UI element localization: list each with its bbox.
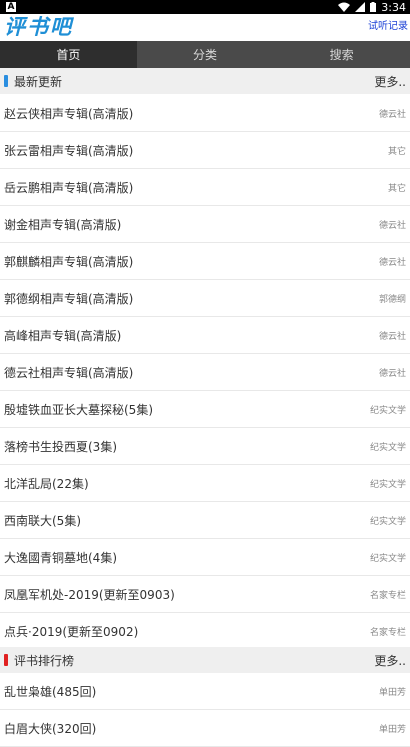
list-item[interactable]: 北洋乱局(22集) 纪实文学 [0,465,410,502]
item-title: 点兵·2019(更新至0902) [4,624,139,639]
main-tabs: 首页 分类 搜索 [0,41,410,68]
app-header: 评书吧 试听记录 [0,14,410,41]
tab-home[interactable]: 首页 [0,41,137,68]
list-item[interactable]: 乱世枭雄(485回) 单田芳 [0,673,410,710]
list-item[interactable]: 白眉大侠(320回) 单田芳 [0,710,410,747]
item-title: 谢金相声专辑(高清版) [4,217,122,232]
section-marker [4,654,8,666]
item-title: 赵云侠相声专辑(高清版) [4,106,134,121]
list-item[interactable]: 凤凰军机处-2019(更新至0903) 名家专栏 [0,576,410,613]
list-item[interactable]: 张云雷相声专辑(高清版) 其它 [0,132,410,169]
item-title: 高峰相声专辑(高清版) [4,328,122,343]
item-category: 纪实文学 [369,405,406,416]
item-category: 德云社 [378,331,406,342]
item-title: 落榜书生投西夏(3集) [4,439,117,454]
ranking-list: 乱世枭雄(485回) 单田芳 白眉大侠(320回) 单田芳 [0,673,410,747]
item-category: 纪实文学 [369,479,406,490]
item-title: 乱世枭雄(485回) [4,684,97,699]
section-latest-header: 最新更新 更多.. [0,68,410,94]
listen-history-link[interactable]: 试听记录 [368,17,408,32]
app-logo: 评书吧 [4,15,73,39]
item-title: 德云社相声专辑(高清版) [4,365,134,380]
list-item[interactable]: 点兵·2019(更新至0902) 名家专栏 [0,613,410,650]
tab-search[interactable]: 搜索 [273,41,410,68]
list-item[interactable]: 西南联大(5集) 纪实文学 [0,502,410,539]
latest-list: 赵云侠相声专辑(高清版) 德云社 张云雷相声专辑(高清版) 其它 岳云鹏相声专辑(高… [0,95,410,650]
clock: 3:34 [381,0,406,14]
section-marker [4,75,8,87]
more-link[interactable]: 更多.. [374,73,406,90]
item-title: 凤凰军机处-2019(更新至0903) [4,587,175,602]
item-title: 大逸國青铜墓地(4集) [4,550,117,565]
item-category: 其它 [387,146,406,157]
item-category: 德云社 [378,109,406,120]
item-title: 岳云鹏相声专辑(高清版) [4,180,134,195]
item-category: 纪实文学 [369,516,406,527]
item-category: 郭德纲 [378,294,406,305]
item-category: 德云社 [378,220,406,231]
status-bar: A 3:34 [0,0,410,14]
list-item[interactable]: 德云社相声专辑(高清版) 德云社 [0,354,410,391]
item-category: 纪实文学 [369,553,406,564]
item-category: 德云社 [378,257,406,268]
wifi-icon [338,2,351,12]
section-ranking-header: 评书排行榜 更多.. [0,647,410,673]
list-item[interactable]: 落榜书生投西夏(3集) 纪实文学 [0,428,410,465]
notification-icon: A [6,2,16,12]
item-title: 北洋乱局(22集) [4,476,89,491]
item-category: 单田芳 [378,687,406,698]
item-category: 单田芳 [378,724,406,735]
battery-icon [370,2,377,12]
section-title: 评书排行榜 [14,653,75,668]
item-category: 其它 [387,183,406,194]
list-item[interactable]: 大逸國青铜墓地(4集) 纪实文学 [0,539,410,576]
list-item[interactable]: 岳云鹏相声专辑(高清版) 其它 [0,169,410,206]
list-item[interactable]: 殷墟铁血亚长大墓探秘(5集) 纪实文学 [0,391,410,428]
item-category: 德云社 [378,368,406,379]
item-title: 殷墟铁血亚长大墓探秘(5集) [4,402,153,417]
tab-category[interactable]: 分类 [137,41,274,68]
list-item[interactable]: 高峰相声专辑(高清版) 德云社 [0,317,410,354]
item-title: 张云雷相声专辑(高清版) [4,143,134,158]
list-item[interactable]: 郭德纲相声专辑(高清版) 郭德纲 [0,280,410,317]
item-category: 名家专栏 [369,590,406,601]
item-category: 纪实文学 [369,442,406,453]
item-category: 名家专栏 [369,627,406,638]
list-item[interactable]: 谢金相声专辑(高清版) 德云社 [0,206,410,243]
signal-icon [355,2,366,12]
item-title: 郭德纲相声专辑(高清版) [4,291,134,306]
item-title: 西南联大(5集) [4,513,81,528]
more-link[interactable]: 更多.. [374,652,406,669]
section-title: 最新更新 [14,74,63,89]
list-item[interactable]: 郭麒麟相声专辑(高清版) 德云社 [0,243,410,280]
item-title: 郭麒麟相声专辑(高清版) [4,254,134,269]
list-item[interactable]: 赵云侠相声专辑(高清版) 德云社 [0,95,410,132]
